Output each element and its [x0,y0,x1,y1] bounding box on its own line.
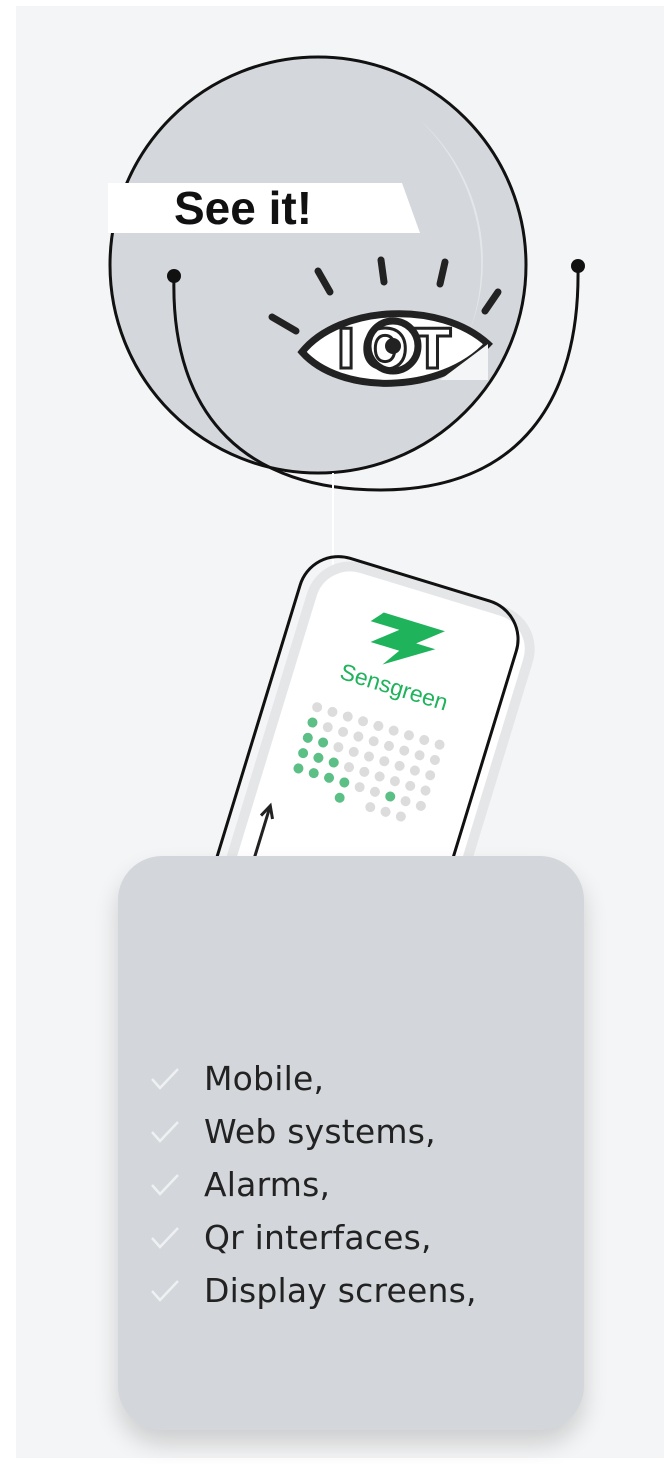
smile-dot-left [167,269,181,283]
list-item: Mobile, [150,1052,477,1105]
list-item: Qr interfaces, [150,1211,477,1264]
checkmark-icon [150,1273,204,1309]
iot-label: IOT [336,318,457,381]
see-it-illustration: See it! IOT Sensgreen [108,55,585,997]
list-item: Display screens, [150,1264,477,1317]
feature-label: Qr interfaces, [204,1218,432,1257]
feature-label: Web systems, [204,1112,436,1151]
list-item: Web systems, [150,1105,477,1158]
hero-circle [108,55,528,475]
see-it-label: See it! [174,182,312,234]
checkmark-icon [150,1167,204,1203]
checkmark-icon [150,1114,204,1150]
features-card: Mobile, Web systems, Alarms, Qr interfac… [118,856,584,1430]
smile-dot-right [571,259,585,273]
checkmark-icon [150,1061,204,1097]
features-list: Mobile, Web systems, Alarms, Qr interfac… [150,1052,477,1317]
feature-label: Alarms, [204,1165,331,1204]
checkmark-icon [150,1220,204,1256]
list-item: Alarms, [150,1158,477,1211]
feature-label: Display screens, [204,1271,477,1310]
feature-label: Mobile, [204,1059,325,1098]
